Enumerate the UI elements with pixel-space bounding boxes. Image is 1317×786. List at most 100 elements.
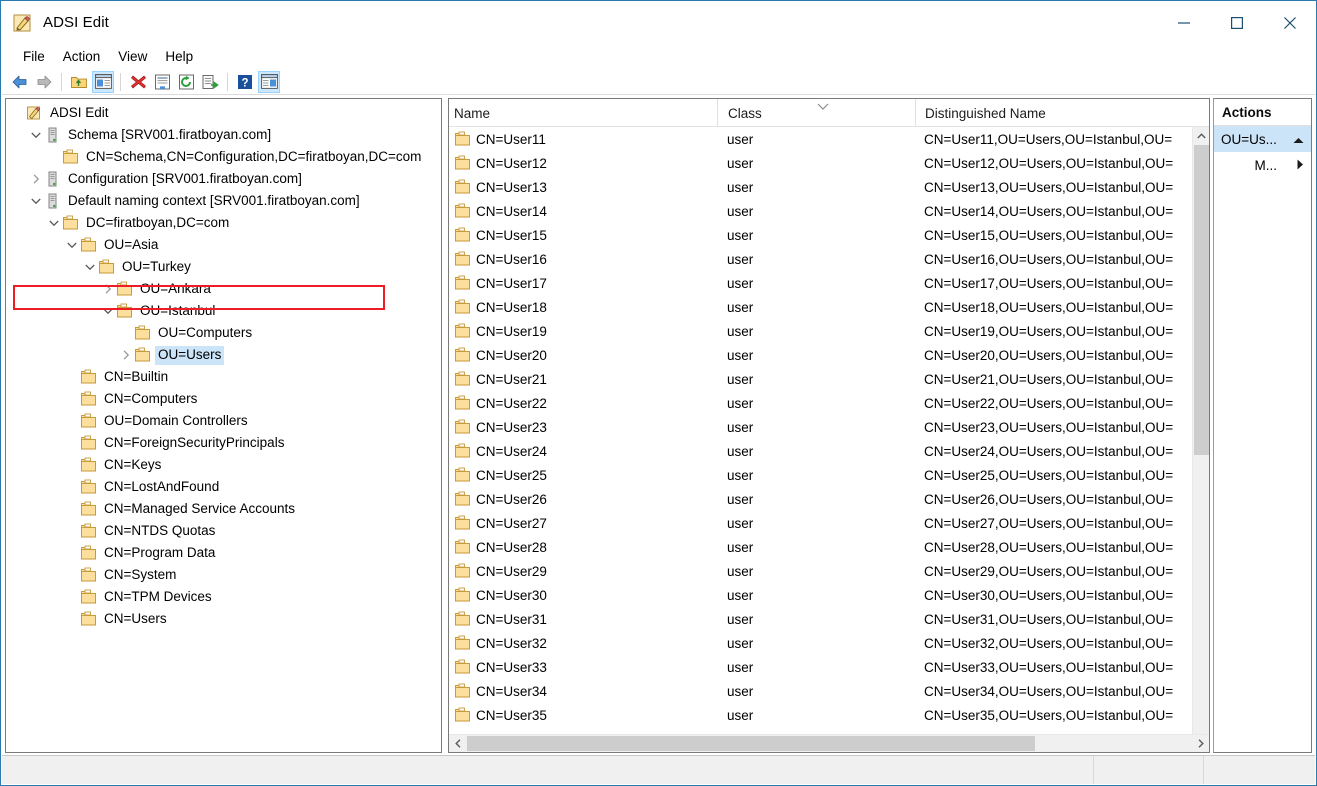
chevron-down-icon[interactable] [46,215,62,231]
adsi-edit-icon [26,105,43,121]
table-row[interactable]: CN=User18 user CN=User18,OU=Users,OU=Istan… [449,295,1209,319]
tree-node-cn-users[interactable]: CN=Users [6,608,441,630]
tree-node-cn-foreignsecurityprincipals[interactable]: CN=ForeignSecurityPrincipals [6,432,441,454]
tree-node-ou-istanbul[interactable]: OU=Istanbul [6,300,441,322]
table-row[interactable]: CN=User20 user CN=User20,OU=Users,OU=Istan… [449,343,1209,367]
table-row[interactable]: CN=User22 user CN=User22,OU=Users,OU=Istan… [449,391,1209,415]
table-row[interactable]: CN=User30 user CN=User30,OU=Users,OU=Istan… [449,583,1209,607]
table-row[interactable]: CN=User35 user CN=User35,OU=Users,OU=Istan… [449,703,1209,727]
tree-node-label: DC=firatboyan,DC=com [86,214,230,230]
tree-node-schema[interactable]: Schema [SRV001.firatboyan.com] [6,124,441,146]
menu-help[interactable]: Help [156,46,202,67]
tree-node-default-naming-context[interactable]: Default naming context [SRV001.firatboya… [6,190,441,212]
tree-node-cn-keys[interactable]: CN=Keys [6,454,441,476]
horizontal-scrollbar-thumb[interactable] [467,736,1035,751]
chevron-down-icon[interactable] [64,237,80,253]
scroll-left-icon[interactable] [449,735,466,752]
chevron-right-icon[interactable] [118,347,134,363]
tree-node-cn-managed-service-accounts[interactable]: CN=Managed Service Accounts [6,498,441,520]
table-row[interactable]: CN=User17 user CN=User17,OU=Users,OU=Istan… [449,271,1209,295]
up-one-level-button[interactable] [68,71,90,93]
minimize-button[interactable] [1157,1,1210,44]
table-row[interactable]: CN=User25 user CN=User25,OU=Users,OU=Istan… [449,463,1209,487]
maximize-button[interactable] [1210,1,1263,44]
vertical-scrollbar-thumb[interactable] [1194,145,1209,455]
actions-group-header[interactable]: OU=Us... [1214,126,1311,152]
chevron-down-icon[interactable] [82,259,98,275]
title-bar[interactable]: ADSI Edit [1,1,1316,44]
scroll-up-icon[interactable] [1193,127,1209,144]
chevron-down-icon[interactable] [28,127,44,143]
menu-view[interactable]: View [109,46,156,67]
tree-node-cn-ntds-quotas[interactable]: CN=NTDS Quotas [6,520,441,542]
chevron-up-icon[interactable] [1293,132,1304,147]
table-row[interactable]: CN=User12 user CN=User12,OU=Users,OU=Istan… [449,151,1209,175]
table-row[interactable]: CN=User29 user CN=User29,OU=Users,OU=Istan… [449,559,1209,583]
tree-node-configuration[interactable]: Configuration [SRV001.firatboyan.com] [6,168,441,190]
column-header-name[interactable]: Name [449,99,717,127]
tree-node-cn-system[interactable]: CN=System [6,564,441,586]
table-row[interactable]: CN=User14 user CN=User14,OU=Users,OU=Istan… [449,199,1209,223]
tree-node-dc-firatboyan[interactable]: DC=firatboyan,DC=com [6,212,441,234]
table-row[interactable]: CN=User31 user CN=User31,OU=Users,OU=Istan… [449,607,1209,631]
action-item-more-actions[interactable]: M... [1214,152,1311,178]
tree-node-ou-ankara[interactable]: OU=Ankara [6,278,441,300]
table-row[interactable]: CN=User28 user CN=User28,OU=Users,OU=Istan… [449,535,1209,559]
table-row[interactable]: CN=User33 user CN=User33,OU=Users,OU=Istan… [449,655,1209,679]
chevron-down-icon[interactable] [100,303,116,319]
folder-icon [116,281,133,297]
tree-node-ou-turkey[interactable]: OU=Turkey [6,256,441,278]
list-vertical-scrollbar[interactable] [1192,127,1209,752]
scroll-right-icon[interactable] [1192,735,1209,752]
chevron-right-icon[interactable] [100,281,116,297]
table-row[interactable]: CN=User26 user CN=User26,OU=Users,OU=Istan… [449,487,1209,511]
table-row[interactable]: CN=User23 user CN=User23,OU=Users,OU=Istan… [449,415,1209,439]
tree-node-ou-asia[interactable]: OU=Asia [6,234,441,256]
tree-node-ou-computers[interactable]: OU=Computers [6,322,441,344]
list-rows: CN=User11 user CN=User11,OU=Users,OU=Istan… [449,127,1209,727]
chevron-down-icon[interactable] [28,193,44,209]
list-horizontal-scrollbar[interactable] [449,734,1209,752]
close-button[interactable] [1263,1,1316,44]
table-row[interactable]: CN=User19 user CN=User19,OU=Users,OU=Istan… [449,319,1209,343]
list-header: Name Class Distinguished Name [449,99,1209,127]
table-row[interactable]: CN=User13 user CN=User13,OU=Users,OU=Istan… [449,175,1209,199]
folder-icon [454,155,471,171]
folder-icon [454,227,471,243]
tree-node-cn-builtin[interactable]: CN=Builtin [6,366,441,388]
tree-node-cn-computers[interactable]: CN=Computers [6,388,441,410]
show-hide-console-tree-button[interactable] [92,70,114,93]
menu-file[interactable]: File [14,46,54,67]
tree-node-cn-lostandfound[interactable]: CN=LostAndFound [6,476,441,498]
tree-node-cn-schema[interactable]: CN=Schema,CN=Configuration,DC=firatboyan… [6,146,441,168]
table-row[interactable]: CN=User21 user CN=User21,OU=Users,OU=Istan… [449,367,1209,391]
back-button[interactable] [9,71,31,93]
table-row[interactable]: CN=User15 user CN=User15,OU=Users,OU=Istan… [449,223,1209,247]
cell-name-label: CN=User12 [476,155,547,171]
column-header-class[interactable]: Class [717,99,915,127]
table-row[interactable]: CN=User24 user CN=User24,OU=Users,OU=Istan… [449,439,1209,463]
table-row[interactable]: CN=User16 user CN=User16,OU=Users,OU=Istan… [449,247,1209,271]
menu-action[interactable]: Action [54,46,110,67]
table-row[interactable]: CN=User27 user CN=User27,OU=Users,OU=Istan… [449,511,1209,535]
column-header-distinguished-name[interactable]: Distinguished Name [915,99,1195,127]
show-hide-action-pane-button[interactable] [258,70,280,93]
properties-button[interactable] [151,71,173,93]
refresh-button[interactable] [175,71,197,93]
cell-name-label: CN=User11 [476,131,546,147]
help-button[interactable]: ? [234,71,256,93]
export-list-button[interactable] [199,71,221,93]
tree-node-cn-tpm-devices[interactable]: CN=TPM Devices [6,586,441,608]
tree-node-ou-users[interactable]: OU=Users [6,344,441,366]
cell-distinguished-name: CN=User30,OU=Users,OU=Istanbul,OU= [924,587,1174,603]
tree-node-adsi-edit[interactable]: ADSI Edit [6,102,441,124]
delete-button[interactable] [127,71,149,93]
tree-node-label: ADSI Edit [50,104,109,120]
tree-node-cn-program-data[interactable]: CN=Program Data [6,542,441,564]
forward-button[interactable] [33,71,55,93]
table-row[interactable]: CN=User34 user CN=User34,OU=Users,OU=Istan… [449,679,1209,703]
chevron-right-icon[interactable] [28,171,44,187]
tree-node-ou-domain-controllers[interactable]: OU=Domain Controllers [6,410,441,432]
table-row[interactable]: CN=User32 user CN=User32,OU=Users,OU=Istan… [449,631,1209,655]
table-row[interactable]: CN=User11 user CN=User11,OU=Users,OU=Istan… [449,127,1209,151]
